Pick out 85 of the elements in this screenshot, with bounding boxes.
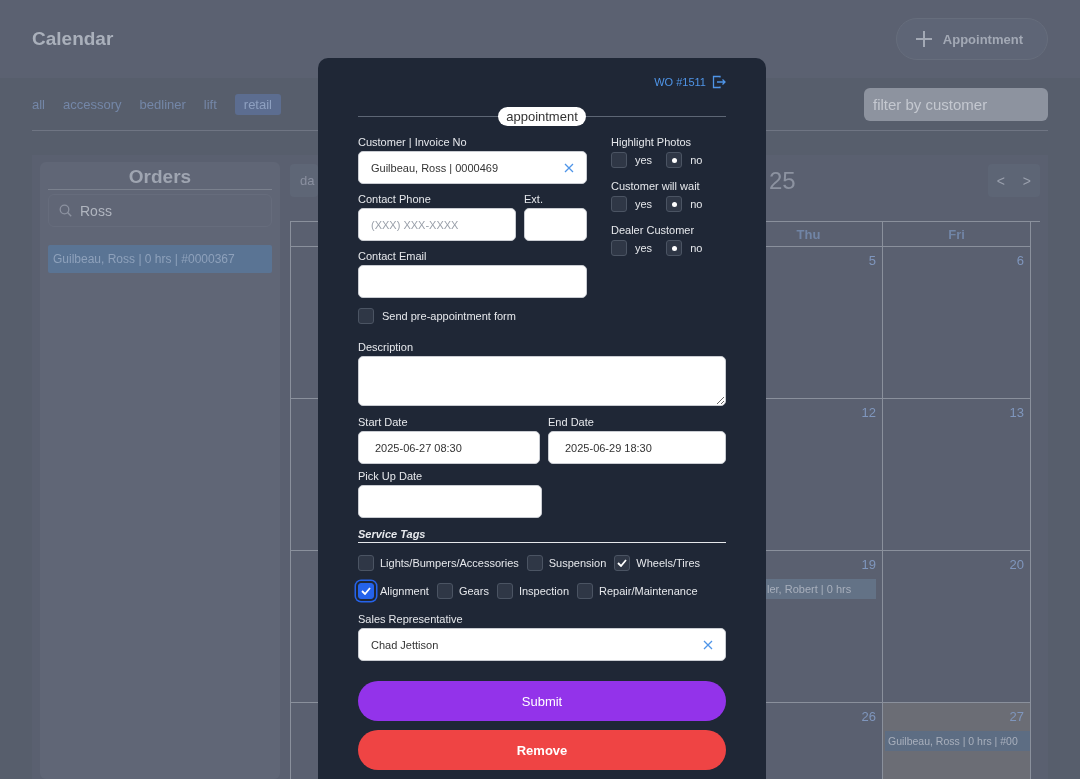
toggle-label: Dealer Customer [611, 224, 696, 236]
calendar-event[interactable]: Guilbeau, Ross | 0 hrs | #00 [885, 731, 1030, 751]
field-label: Start Date [358, 416, 409, 428]
sales-rep-field-value: Chad Jettison [371, 638, 439, 651]
field-label: Description [358, 341, 415, 353]
page-title: Calendar [32, 28, 114, 50]
add-appointment-button[interactable]: Appointment [895, 18, 1048, 60]
pickup-date-field[interactable] [358, 485, 542, 518]
plus-icon [914, 30, 933, 48]
remove-button[interactable]: Remove [358, 730, 726, 770]
previous-button[interactable]: < [987, 172, 1014, 189]
service-tag[interactable]: Wheels/Tires [614, 555, 701, 571]
option-label: no [690, 154, 703, 166]
orders-title: Orders [48, 162, 272, 190]
service-tag[interactable]: Gears [436, 583, 489, 599]
section-label: appointment [498, 106, 586, 126]
phone-field[interactable]: (XXX) XXX-XXXX [358, 208, 516, 241]
checkbox-label: Suspension [548, 557, 607, 569]
checkbox[interactable] [358, 308, 374, 324]
checkbox-label: Wheels/Tires [636, 557, 701, 569]
customer-field[interactable]: Guilbeau, Ross | 0000469 [358, 151, 587, 184]
checkbox[interactable] [614, 555, 631, 571]
customer-field-value: Guilbeau, Ross | 0000469 [371, 161, 498, 174]
day-number: 20 [1008, 557, 1024, 572]
checkbox-label: Send pre-appointment form [382, 310, 516, 322]
checkbox[interactable] [358, 555, 374, 571]
radio-box[interactable] [611, 152, 627, 168]
email-field[interactable] [358, 265, 587, 298]
day-number: 5 [867, 253, 876, 268]
ext-field[interactable] [524, 208, 587, 241]
service-tag[interactable]: Lights/Bumpers/Accessories [358, 555, 519, 571]
clear-icon[interactable] [703, 639, 713, 650]
field-label: Contact Phone [358, 193, 432, 205]
radio-box[interactable] [666, 240, 683, 256]
day-number: 19 [860, 557, 876, 572]
radio-box[interactable] [666, 196, 683, 212]
toggle-label: Customer will wait [611, 180, 701, 192]
checkbox-label: Inspection [518, 585, 570, 597]
exit-icon [712, 75, 726, 89]
day-number: 6 [1015, 253, 1024, 268]
day-number: 27 [1008, 709, 1024, 724]
checkbox[interactable] [436, 583, 453, 599]
service-tag[interactable]: Repair/Maintenance [577, 583, 698, 599]
next-button[interactable]: > [1013, 172, 1040, 189]
checkbox-label: Alignment [380, 585, 429, 597]
option-label: yes [635, 198, 653, 210]
work-order-link[interactable]: WO #1511 [358, 74, 726, 90]
checkbox-label: Repair/Maintenance [599, 585, 698, 597]
radio-box[interactable] [611, 196, 627, 212]
checkbox[interactable] [577, 583, 594, 599]
field-label: Sales Representative [358, 613, 464, 625]
field-label: End Date [548, 416, 595, 428]
clear-icon[interactable] [564, 162, 574, 173]
checkbox[interactable] [358, 583, 374, 599]
option-label: no [690, 198, 703, 210]
checkbox[interactable] [526, 555, 543, 571]
radio-box[interactable] [666, 152, 683, 168]
toggle-label: Highlight Photos [611, 136, 693, 148]
service-tag[interactable]: Suspension [526, 555, 607, 571]
day-number: 13 [1008, 405, 1024, 420]
check-icon [361, 587, 371, 595]
search-icon [59, 204, 72, 217]
service-tag[interactable]: Alignment [358, 583, 429, 599]
section-heading: Service Tags [358, 528, 726, 543]
field-label: Ext. [524, 193, 544, 205]
checkbox-label: Lights/Bumpers/Accessories [380, 557, 519, 569]
service-tag[interactable]: Inspection [496, 583, 570, 599]
option-label: yes [635, 154, 653, 166]
day-number: 26 [860, 709, 876, 724]
field-label: Customer | Invoice No [358, 136, 468, 148]
field-label: Pick Up Date [358, 470, 424, 482]
description-field[interactable] [358, 356, 726, 406]
checkbox-label: Gears [458, 585, 489, 597]
submit-button[interactable]: Submit [358, 681, 726, 721]
sales-rep-field[interactable]: Chad Jettison [358, 628, 726, 661]
radio-box[interactable] [611, 240, 627, 256]
end-date-field[interactable]: 2025-06-29 18:30 [548, 431, 726, 464]
day-number: 12 [860, 405, 876, 420]
check-icon [617, 559, 628, 567]
checkbox[interactable] [496, 583, 513, 599]
order-search-field[interactable]: Ross [48, 194, 272, 227]
option-label: no [690, 242, 703, 254]
option-label: yes [635, 242, 653, 254]
start-date-field[interactable]: 2025-06-27 08:30 [358, 431, 540, 464]
field-label: Contact Email [358, 250, 428, 262]
